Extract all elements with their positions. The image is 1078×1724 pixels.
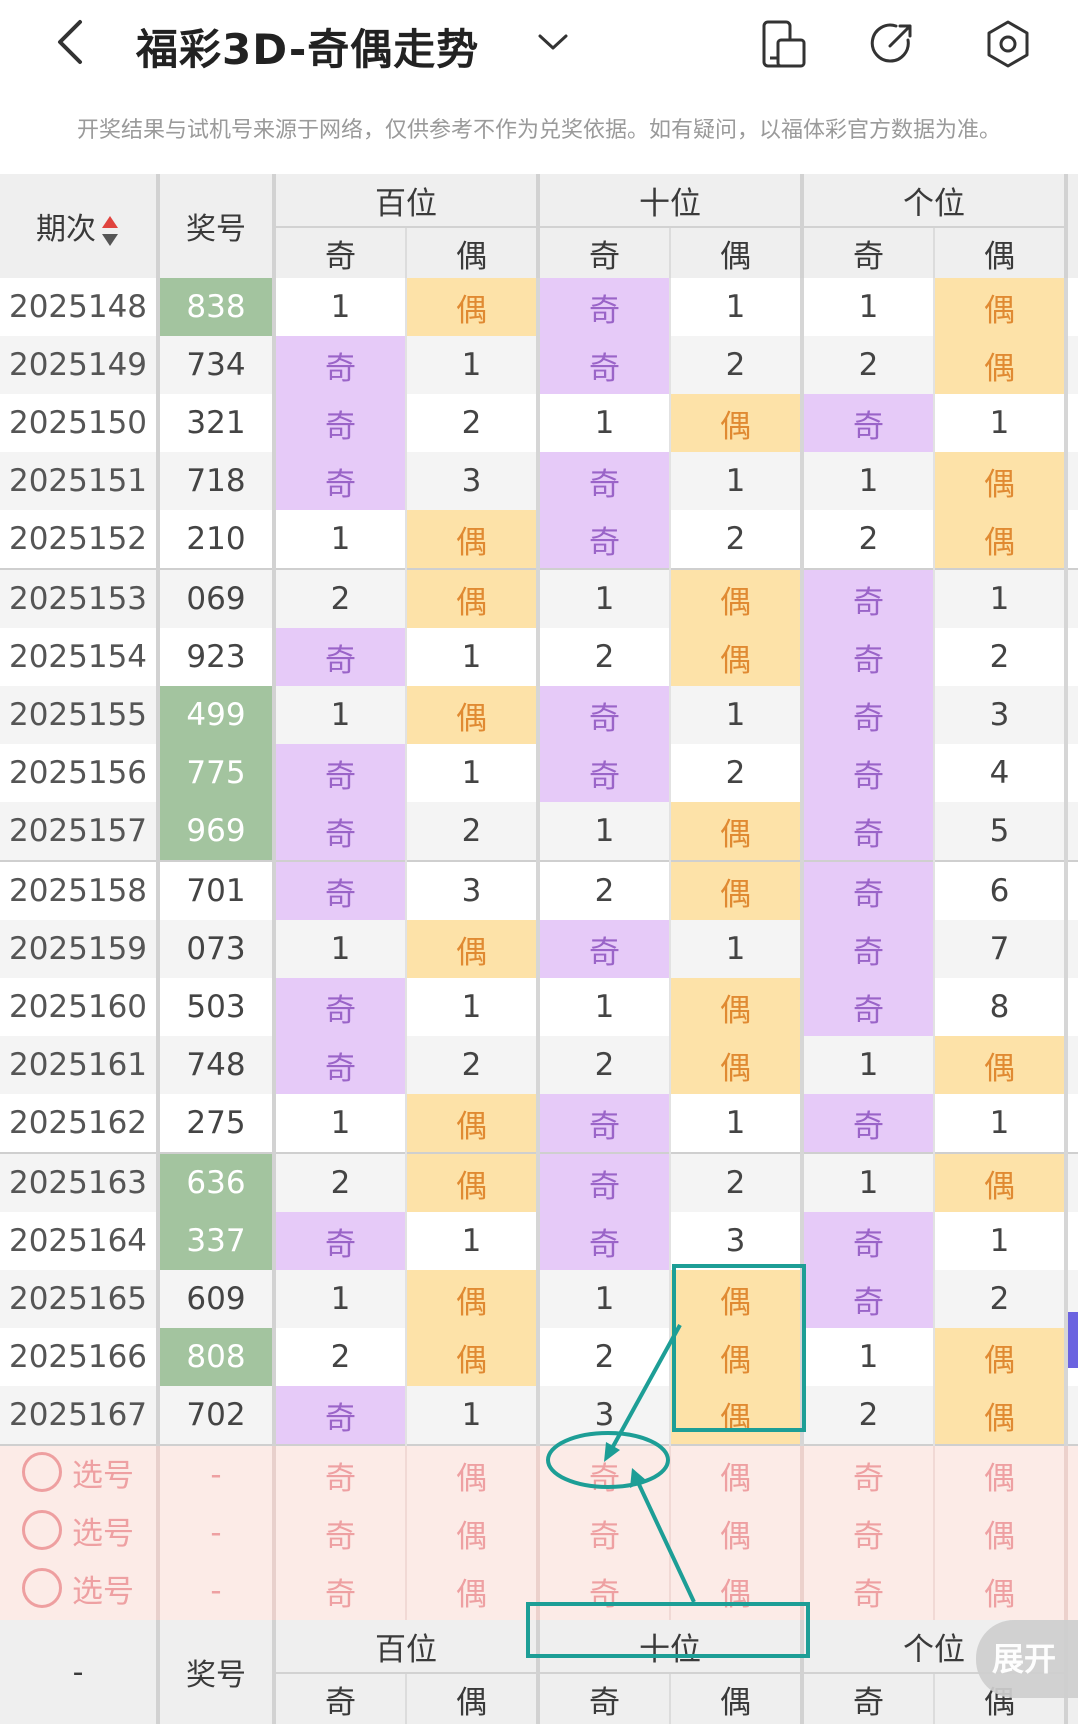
annotation-overlay [526,1264,810,1658]
annotation-column-box [526,1602,810,1658]
annotation-arrow [634,1477,696,1603]
expand-button[interactable]: 展开 [976,1620,1078,1698]
annotation-circle [546,1431,670,1489]
annotation-highlight-box [672,1264,806,1432]
annotation-arrow [608,1324,682,1453]
